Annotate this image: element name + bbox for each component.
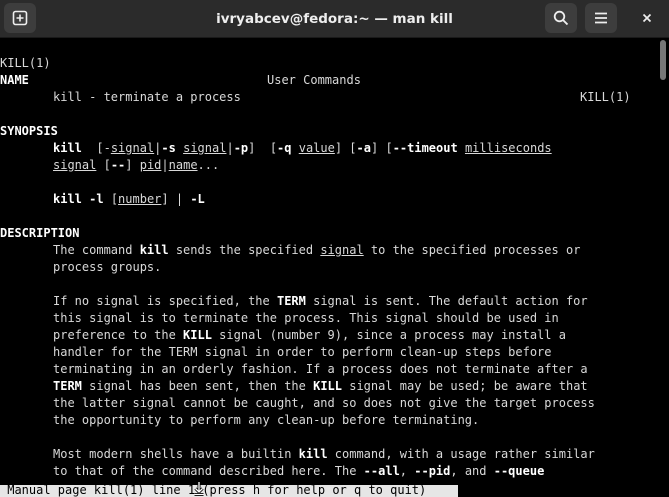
description-line: the opportunity to perform any clean-up …: [53, 413, 480, 427]
synopsis-line-3: kill -l [number] | -L: [53, 192, 205, 206]
description-line: process groups.: [53, 260, 162, 274]
description-line: handler for the TERM signal in order to …: [53, 345, 552, 359]
pager-status-line: Manual page kill(1) line 1 (press h for …: [0, 485, 458, 497]
mouse-cursor-icon: [194, 482, 204, 496]
hamburger-menu-icon: [595, 12, 607, 24]
scrollbar-thumb[interactable]: [660, 40, 666, 80]
close-button[interactable]: [632, 3, 662, 33]
description-line: the latter signal cannot be caught, and …: [53, 396, 595, 410]
description-line: terminating in an orderly fashion. If a …: [53, 362, 588, 376]
search-icon: [553, 10, 569, 26]
search-button[interactable]: [545, 3, 577, 33]
man-header: KILL(1) User Commands KILL(1): [0, 38, 658, 104]
new-tab-icon: [12, 10, 28, 26]
terminal-content[interactable]: KILL(1) User Commands KILL(1) NAME kill …: [0, 38, 658, 497]
description-line: TERM signal has been sent, then the KILL…: [53, 379, 588, 393]
section-synopsis-heading: SYNOPSIS: [0, 124, 58, 138]
description-line: If no signal is specified, the TERM sign…: [53, 294, 588, 308]
description-line: The command kill sends the specified sig…: [53, 243, 581, 257]
new-tab-button[interactable]: [4, 3, 36, 33]
status-text: Manual page kill(1) line 1 (press h for …: [0, 485, 427, 497]
description-line: preference to the KILL signal (number 9)…: [53, 328, 566, 342]
window-title: ivryabcev@fedora:~ — man kill: [216, 10, 453, 27]
section-name-heading: NAME: [0, 73, 29, 87]
menu-button[interactable]: [585, 3, 617, 33]
synopsis-line-1: kill [-signal|-s signal|-p] [-q value] […: [53, 141, 552, 155]
description-line: Most modern shells have a builtin kill c…: [53, 447, 595, 461]
description-line: this signal is to terminate the process.…: [53, 311, 559, 325]
close-icon: [642, 13, 652, 23]
window-titlebar: ivryabcev@fedora:~ — man kill: [0, 0, 669, 38]
section-description-heading: DESCRIPTION: [0, 226, 80, 240]
synopsis-line-2: signal [--] pid|name...: [53, 158, 220, 172]
description-line: to that of the command described here. T…: [53, 464, 545, 478]
name-text: kill - terminate a process: [53, 90, 241, 104]
